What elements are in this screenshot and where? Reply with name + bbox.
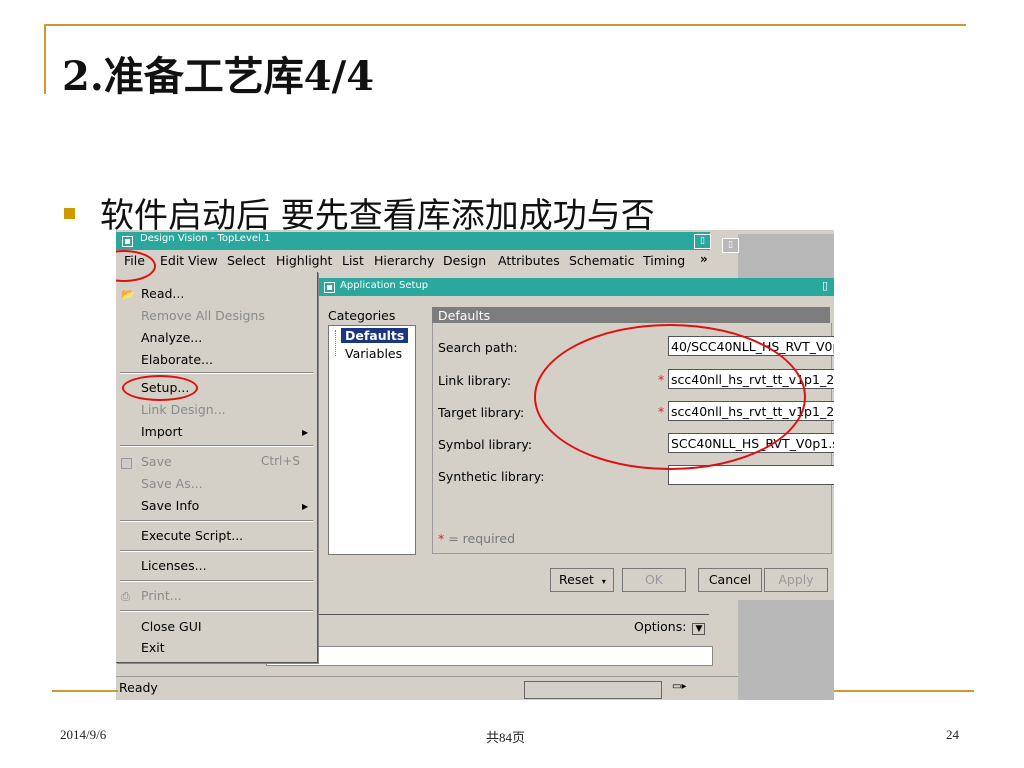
printer-icon: ⎙ <box>121 590 130 603</box>
annotation-circle-setup <box>122 375 198 401</box>
window-icon <box>122 236 133 247</box>
menu-item-elaborate[interactable]: Elaborate... <box>141 352 213 367</box>
log-icon[interactable]: ▭▸ <box>672 681 686 692</box>
menu-item-link-design: Link Design... <box>141 402 226 417</box>
menu-attributes[interactable]: Attributes <box>498 253 560 268</box>
menu-item-remove-all-designs: Remove All Designs <box>141 308 265 323</box>
submenu-arrow-icon: ▶ <box>302 502 309 511</box>
menu-item-read[interactable]: Read... <box>141 286 184 301</box>
maximize-icon[interactable]: ▯ <box>822 279 828 292</box>
section-header: Defaults <box>432 307 830 323</box>
tree-line <box>335 330 336 356</box>
menu-item-licenses[interactable]: Licenses... <box>141 558 207 573</box>
menu-item-execute-script[interactable]: Execute Script... <box>141 528 243 543</box>
menu-overflow-chevron[interactable]: » <box>700 252 708 266</box>
search-path-label: Search path: <box>438 340 518 355</box>
footer-page-count: 共84页 <box>486 730 526 745</box>
maximize-icon[interactable]: ▯ <box>694 234 711 249</box>
slide-title: 2.准备工艺库4/4 <box>62 53 375 100</box>
menu-separator <box>120 580 313 582</box>
dialog-icon <box>324 282 335 293</box>
dv-title-bar[interactable]: Design Vision - TopLevel.1 ▯ <box>116 232 711 250</box>
cancel-button[interactable]: Cancel <box>698 568 762 592</box>
bullet-marker <box>64 208 75 219</box>
menu-view[interactable]: View <box>188 253 218 268</box>
menu-bar: File Edit View Select Highlight List Hie… <box>116 250 716 272</box>
categories-tree: Defaults Variables <box>328 325 416 555</box>
menu-hierarchy[interactable]: Hierarchy <box>374 253 434 268</box>
status-text: Ready <box>119 680 158 695</box>
reset-label: Reset <box>559 572 594 587</box>
dialog-title-bar[interactable]: Application Setup ▯ <box>318 278 834 296</box>
dialog-title: Application Setup <box>340 280 429 291</box>
options-label: Options: <box>634 619 687 634</box>
apply-button[interactable]: Apply <box>764 568 828 592</box>
file-menu: 📂 Read... Remove All Designs Analyze... … <box>116 272 318 663</box>
menu-separator <box>120 550 313 552</box>
save-icon <box>121 458 132 469</box>
save-shortcut: Ctrl+S <box>261 454 301 468</box>
menu-item-exit[interactable]: Exit <box>141 640 165 655</box>
category-defaults[interactable]: Defaults <box>341 328 409 343</box>
slide-number: 24 <box>946 727 959 742</box>
menu-item-save-as: Save As... <box>141 476 203 491</box>
menu-separator <box>120 372 313 374</box>
menu-separator <box>120 520 313 522</box>
menu-list[interactable]: List <box>342 253 364 268</box>
dv-window-title: Design Vision - TopLevel.1 <box>140 233 271 244</box>
menu-item-save-info[interactable]: Save Info <box>141 498 199 513</box>
section-title: Defaults <box>438 308 491 323</box>
link-library-label: Link library: <box>438 373 512 388</box>
restore-icon[interactable]: ▯ <box>722 238 739 253</box>
ok-button[interactable]: OK <box>622 568 686 592</box>
chevron-down-icon: ▼ <box>692 623 706 635</box>
footer-date: 2014/9/6 <box>60 727 107 742</box>
command-input[interactable] <box>266 646 713 666</box>
menu-item-save: Save <box>141 454 172 469</box>
menu-item-print: Print... <box>141 588 182 603</box>
menu-item-close-gui[interactable]: Close GUI <box>141 619 202 634</box>
menu-timing[interactable]: Timing <box>643 253 685 268</box>
title-rule-vertical <box>44 24 46 94</box>
open-folder-icon: 📂 <box>121 288 135 301</box>
annotation-circle-libraries <box>534 324 806 470</box>
required-note: * = required <box>438 531 515 546</box>
menu-schematic[interactable]: Schematic <box>569 253 635 268</box>
menu-highlight[interactable]: Highlight <box>276 253 332 268</box>
submenu-arrow-icon: ▶ <box>302 428 309 437</box>
status-bar: Ready ▭▸ <box>116 676 738 699</box>
synthetic-library-label: Synthetic library: <box>438 469 545 484</box>
menu-select[interactable]: Select <box>227 253 266 268</box>
menu-item-analyze[interactable]: Analyze... <box>141 330 202 345</box>
status-field <box>524 681 662 699</box>
divider <box>317 614 709 615</box>
target-library-label: Target library: <box>438 405 525 420</box>
footer-rule-left <box>52 690 118 692</box>
symbol-library-label: Symbol library: <box>438 437 533 452</box>
menu-design[interactable]: Design <box>443 253 486 268</box>
category-variables[interactable]: Variables <box>345 346 402 361</box>
menu-edit[interactable]: Edit <box>160 253 184 268</box>
options-dropdown[interactable]: Options: ▼ <box>634 619 706 635</box>
reset-button[interactable]: Reset ▾ <box>550 568 614 592</box>
categories-header: Categories <box>328 308 396 323</box>
required-note-text: = required <box>444 531 516 546</box>
menu-separator <box>120 445 313 447</box>
footer-rule-right <box>834 690 974 692</box>
title-rule <box>44 24 966 26</box>
chevron-down-icon: ▾ <box>601 577 606 586</box>
design-vision-screenshot: Design Vision - TopLevel.1 ▯ ▯ File Edit… <box>116 230 834 700</box>
menu-separator <box>120 610 313 612</box>
menu-item-import[interactable]: Import <box>141 424 183 439</box>
